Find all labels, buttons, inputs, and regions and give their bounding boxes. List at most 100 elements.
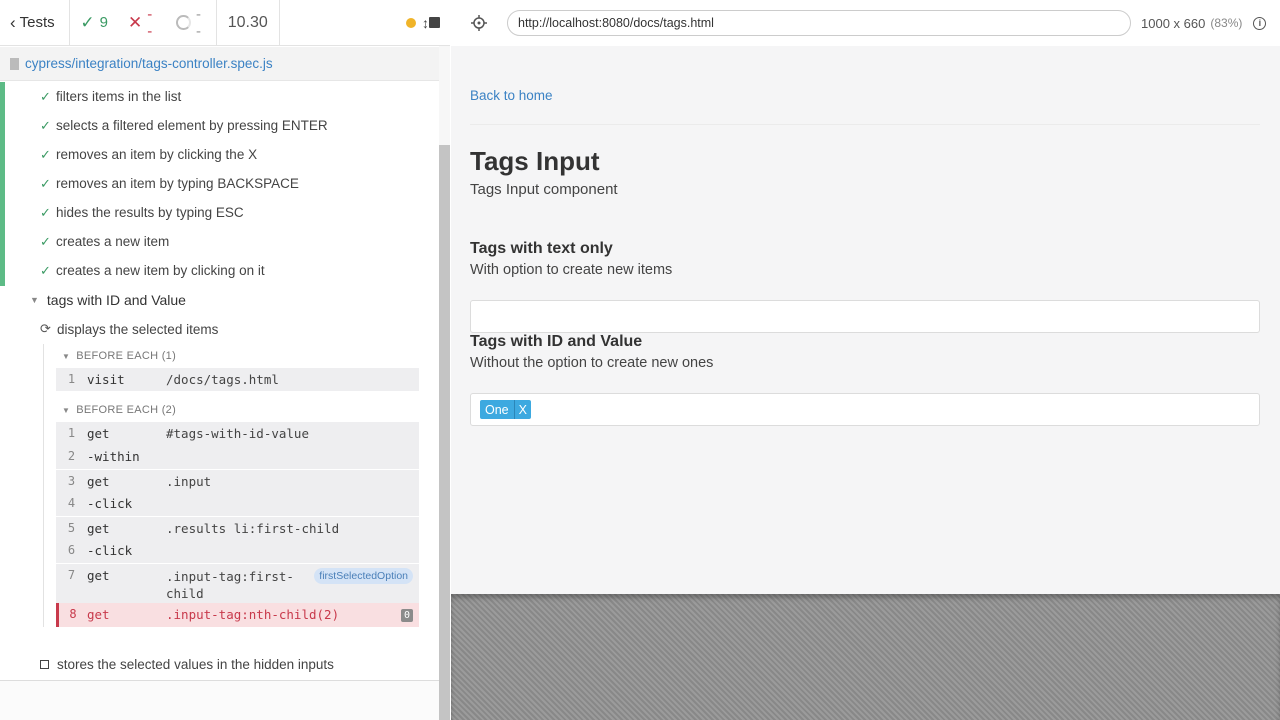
suite-title[interactable]: ▼ tags with ID and Value <box>30 288 186 312</box>
before-each-1-commands: 1 visit /docs/tags.html <box>56 368 419 391</box>
passed-count: 9 <box>99 14 108 31</box>
tag-remove-button[interactable]: X <box>513 400 531 419</box>
cypress-runner: ‹ Tests ✓ 9 ✕ -- -- 10.30 ↕ cypress/inte… <box>0 0 1280 720</box>
page-title: Tags Input <box>470 146 600 176</box>
tags-text-only-input[interactable] <box>470 300 1260 333</box>
test-title: selects a filtered element by pressing E… <box>56 118 328 133</box>
command-number: 5 <box>67 521 76 535</box>
command-name: visit <box>87 372 125 387</box>
command-row-failed[interactable]: 8 get .input-tag:nth-child(2) 0 <box>56 603 419 627</box>
tags-id-value-input[interactable]: One X <box>470 393 1260 426</box>
command-number: 3 <box>67 474 76 488</box>
test-title: creates a new item <box>56 234 170 249</box>
page-subtitle: Tags Input component <box>470 181 618 198</box>
aut-iframe: Back to home Tags Input Tags Input compo… <box>451 46 1280 594</box>
running-test[interactable]: ⟳ displays the selected items <box>40 318 218 340</box>
reporter-header: ‹ Tests ✓ 9 ✕ -- -- 10.30 ↕ <box>0 0 450 46</box>
test-item[interactable]: ✓ hides the results by typing ESC <box>40 198 244 227</box>
command-message <box>166 445 419 449</box>
viewport-size: 1000 x 660 <box>1141 15 1206 31</box>
aut-background <box>451 594 1280 720</box>
viewport-info: 1000 x 660 (83%) i <box>1141 15 1267 31</box>
test-title: filters items in the list <box>56 89 182 104</box>
command-name: -within <box>87 449 140 464</box>
spec-file-link[interactable]: cypress/integration/tags-controller.spec… <box>25 56 273 71</box>
spinner-icon: ⟳ <box>40 321 51 336</box>
duration: 10.30 <box>217 0 280 45</box>
cross-icon: ✕ <box>128 12 143 32</box>
auto-scroll-icon[interactable]: ↕ <box>422 15 429 31</box>
command-name: get <box>87 474 110 489</box>
test-item[interactable]: ✓ filters items in the list <box>40 82 181 111</box>
pending-stat: -- <box>166 6 215 40</box>
command-row[interactable]: 1 visit /docs/tags.html <box>56 368 419 391</box>
test-title: creates a new item by clicking on it <box>56 263 265 278</box>
test-item[interactable]: ✓ removes an item by clicking the X <box>40 140 257 169</box>
test-item[interactable]: ✓ removes an item by typing BACKSPACE <box>40 169 299 198</box>
alias-badge[interactable]: firstSelectedOption <box>314 568 413 584</box>
test-title: removes an item by typing BACKSPACE <box>56 176 299 191</box>
divider <box>470 124 1260 125</box>
pending-test[interactable]: stores the selected values in the hidden… <box>40 653 334 675</box>
reporter-footer <box>0 680 439 720</box>
back-to-home-link[interactable]: Back to home <box>470 88 553 103</box>
before-each-2-title[interactable]: ▼ BEFORE EACH (2) <box>44 398 421 422</box>
section-title-id-value: Tags with ID and Value <box>470 333 643 350</box>
aut-header: http://localhost:8080/docs/tags.html 100… <box>451 0 1280 46</box>
test-item[interactable]: ✓ creates a new item by clicking on it <box>40 256 265 285</box>
command-name: get <box>87 568 110 583</box>
check-icon: ✓ <box>40 117 51 133</box>
hook-title-text: BEFORE EACH (2) <box>76 404 177 416</box>
passed-indicator-strip <box>0 82 5 286</box>
command-name: get <box>87 607 110 622</box>
command-name: -click <box>87 543 133 558</box>
caret-down-icon: ▼ <box>62 351 71 361</box>
command-row[interactable]: 3 get .input <box>56 469 419 492</box>
check-icon: ✓ <box>40 204 51 220</box>
test-title: removes an item by clicking the X <box>56 147 258 162</box>
stats: ✓ 9 ✕ -- -- <box>70 0 217 45</box>
command-name: get <box>87 426 110 441</box>
command-row[interactable]: 7 get .input-tag:first-child firstSelect… <box>56 563 419 603</box>
command-number: 1 <box>67 372 76 386</box>
selector-playground-button[interactable] <box>451 15 507 31</box>
command-row[interactable]: 1 get #tags-with-id-value <box>56 422 419 445</box>
command-message: .results li:first-child <box>166 521 340 536</box>
check-icon: ✓ <box>40 88 51 104</box>
hooks: ▼ BEFORE EACH (1) 1 visit /docs/tags.htm… <box>43 344 421 627</box>
tag-label: One <box>485 402 509 417</box>
command-name: -click <box>87 496 133 511</box>
reporter-pane: ‹ Tests ✓ 9 ✕ -- -- 10.30 ↕ cypress/inte… <box>0 0 450 720</box>
url-bar[interactable]: http://localhost:8080/docs/tags.html <box>507 10 1131 36</box>
command-message: .input-tag:nth-child(2) <box>166 607 340 622</box>
before-each-1-title[interactable]: ▼ BEFORE EACH (1) <box>44 344 421 368</box>
section-title-text-only: Tags with text only <box>470 240 613 257</box>
command-row[interactable]: 5 get .results li:first-child <box>56 516 419 539</box>
command-name: get <box>87 521 110 536</box>
stop-button[interactable] <box>429 17 440 28</box>
input-tag: One X <box>480 400 531 419</box>
command-message: /docs/tags.html <box>166 372 279 387</box>
command-number: 7 <box>67 568 76 582</box>
reporter-scrollbar-thumb[interactable] <box>439 145 450 720</box>
command-message: .input <box>166 474 212 489</box>
test-item[interactable]: ✓ selects a filtered element by pressing… <box>40 111 328 140</box>
command-message: #tags-with-id-value <box>166 426 309 441</box>
check-icon: ✓ <box>80 12 95 32</box>
command-message <box>166 492 419 496</box>
running-test-title: displays the selected items <box>57 321 219 337</box>
command-row[interactable]: 2 -within <box>56 445 419 469</box>
test-item[interactable]: ✓ creates a new item <box>40 227 169 256</box>
element-count-badge: 0 <box>400 609 413 622</box>
viewport-scale: (83%) <box>1210 16 1243 30</box>
running-indicator-icon <box>406 17 416 28</box>
runnables-list: ✓ filters items in the list ✓ selects a … <box>0 82 439 680</box>
hook-title-text: BEFORE EACH (1) <box>76 350 177 362</box>
command-row[interactable]: 4 -click <box>56 492 419 516</box>
command-row[interactable]: 6 -click <box>56 539 419 563</box>
tests-button[interactable]: ‹ Tests <box>0 0 71 45</box>
section-desc-text-only: With option to create new items <box>470 262 673 278</box>
pending-circle-icon <box>176 15 191 30</box>
info-icon[interactable]: i <box>1253 16 1267 30</box>
command-message: .input-tag:first-child <box>166 569 294 601</box>
